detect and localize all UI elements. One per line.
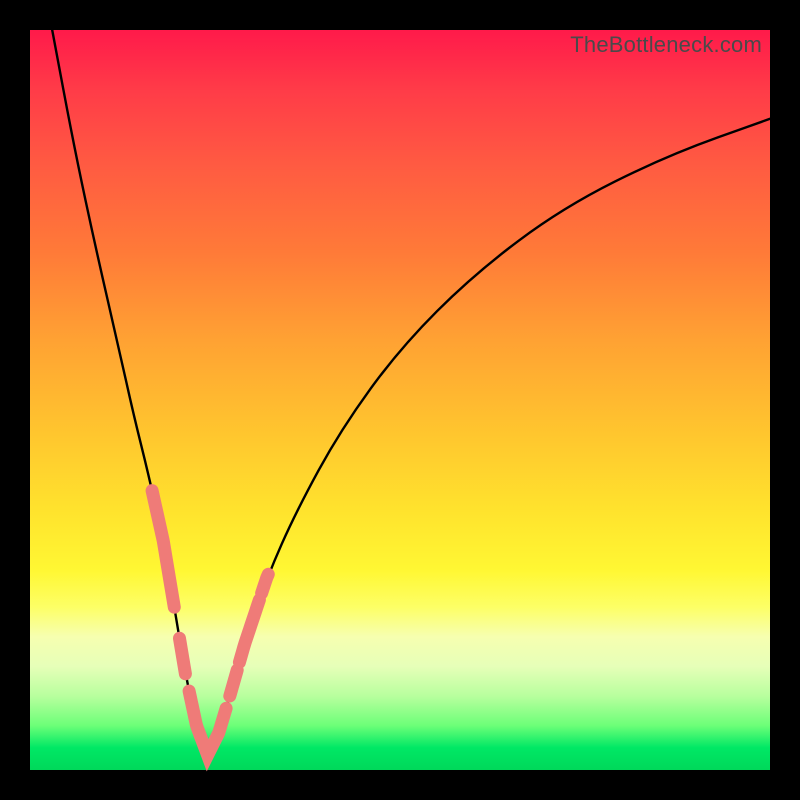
plot-area: TheBottleneck.com	[30, 30, 770, 770]
curve-layer	[52, 30, 770, 749]
highlight-segment	[230, 670, 237, 696]
highlight-layer	[152, 491, 268, 756]
chart-svg	[30, 30, 770, 770]
chart-frame: TheBottleneck.com	[0, 0, 800, 800]
bottleneck-curve	[52, 30, 770, 749]
highlight-segment	[262, 574, 269, 593]
highlight-segment	[179, 638, 185, 674]
highlight-segment	[200, 708, 226, 755]
highlight-segment	[152, 491, 174, 608]
highlight-segment	[239, 600, 259, 663]
highlight-segment	[189, 691, 200, 735]
